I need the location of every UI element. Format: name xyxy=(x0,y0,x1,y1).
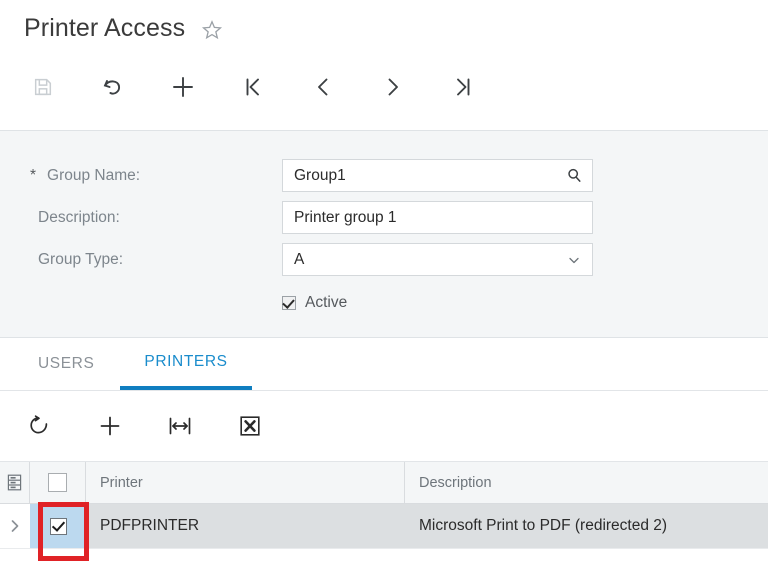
undo-button[interactable] xyxy=(90,67,136,107)
grid-header-row: Printer Description xyxy=(0,461,768,504)
tab-bar: USERS PRINTERS xyxy=(0,338,768,391)
star-outline-icon[interactable] xyxy=(201,19,223,41)
active-label: Active xyxy=(305,294,348,311)
column-header-printer[interactable]: Printer xyxy=(86,461,405,504)
column-settings-icon[interactable] xyxy=(0,461,30,504)
row-select-checkbox-cell[interactable] xyxy=(30,504,86,548)
previous-record-button[interactable] xyxy=(300,67,346,107)
magnifier-icon[interactable] xyxy=(565,167,583,185)
save-button[interactable] xyxy=(20,67,66,107)
excel-export-icon[interactable] xyxy=(230,407,270,445)
add-row-button[interactable] xyxy=(90,407,130,445)
tab-users[interactable]: USERS xyxy=(12,338,120,390)
row-expand-chevron-right-icon[interactable] xyxy=(0,504,30,548)
next-record-button[interactable] xyxy=(370,67,416,107)
tab-printers[interactable]: PRINTERS xyxy=(120,338,252,390)
printers-grid: Printer Description PDFPRINTER Microsoft… xyxy=(0,461,768,567)
group-type-select[interactable]: A xyxy=(282,243,593,276)
group-type-label: Group Type: xyxy=(38,250,124,268)
description-row: Description: Printer group 1 xyxy=(0,201,768,234)
column-header-description[interactable]: Description xyxy=(405,462,768,504)
description-input[interactable]: Printer group 1 xyxy=(282,201,593,234)
title-bar: Printer Access xyxy=(0,0,768,56)
group-name-value: Group1 xyxy=(294,166,346,184)
table-row[interactable]: PDFPRINTER Microsoft Print to PDF (redir… xyxy=(0,504,768,548)
first-record-button[interactable] xyxy=(230,67,276,107)
group-name-label: * Group Name: xyxy=(30,166,141,184)
select-all-checkbox[interactable] xyxy=(48,473,67,492)
active-checkbox-row[interactable]: Active xyxy=(282,291,347,315)
main-toolbar xyxy=(0,56,768,118)
grid-toolbar xyxy=(0,391,768,462)
required-marker: * xyxy=(30,166,37,184)
row-select-checkbox[interactable] xyxy=(49,517,67,535)
group-type-value: A xyxy=(294,250,305,268)
cell-description: Microsoft Print to PDF (redirected 2) xyxy=(419,517,668,534)
grid-empty-area xyxy=(0,548,768,567)
page-title: Printer Access xyxy=(24,13,186,42)
add-button[interactable] xyxy=(160,67,206,107)
group-form-panel: * Group Name: Group1 Description: Printer… xyxy=(0,130,768,338)
refresh-button[interactable] xyxy=(20,407,60,445)
cell-printer: PDFPRINTER xyxy=(100,517,200,534)
group-type-row: Group Type: A xyxy=(0,243,768,276)
select-all-checkbox-cell[interactable] xyxy=(30,461,86,504)
description-value: Printer group 1 xyxy=(294,208,397,226)
active-checkbox[interactable] xyxy=(282,296,296,310)
description-label: Description: xyxy=(38,208,120,226)
fit-columns-icon[interactable] xyxy=(160,407,200,445)
group-name-input[interactable]: Group1 xyxy=(282,159,593,192)
last-record-button[interactable] xyxy=(440,67,486,107)
group-name-row: * Group Name: Group1 xyxy=(0,159,768,192)
chevron-down-icon[interactable] xyxy=(565,251,583,269)
